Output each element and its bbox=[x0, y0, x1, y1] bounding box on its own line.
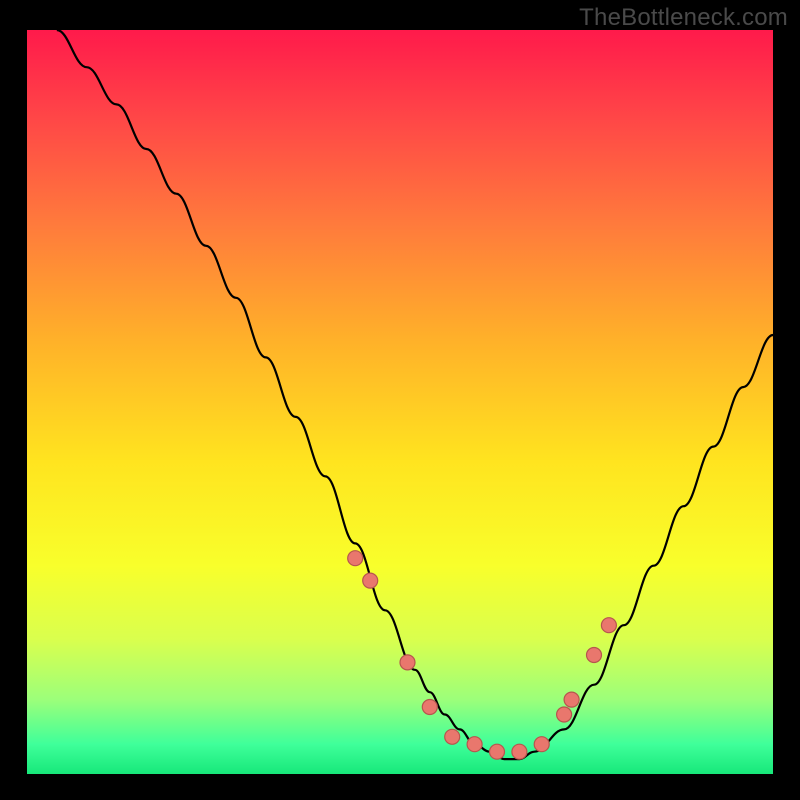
trough-marker bbox=[400, 655, 415, 670]
bottleneck-curve bbox=[57, 30, 773, 759]
trough-markers-group bbox=[348, 551, 617, 760]
watermark-text: TheBottleneck.com bbox=[579, 4, 788, 32]
trough-marker bbox=[467, 737, 482, 752]
trough-marker bbox=[601, 618, 616, 633]
trough-marker bbox=[348, 551, 363, 566]
plot-svg bbox=[27, 30, 773, 774]
trough-marker bbox=[445, 729, 460, 744]
trough-marker bbox=[557, 707, 572, 722]
trough-marker bbox=[363, 573, 378, 588]
trough-marker bbox=[490, 744, 505, 759]
trough-marker bbox=[422, 700, 437, 715]
trough-marker bbox=[534, 737, 549, 752]
plot-area bbox=[27, 30, 773, 774]
trough-marker bbox=[512, 744, 527, 759]
trough-marker bbox=[564, 692, 579, 707]
trough-marker bbox=[587, 648, 602, 663]
chart-frame: TheBottleneck.com bbox=[0, 0, 800, 800]
